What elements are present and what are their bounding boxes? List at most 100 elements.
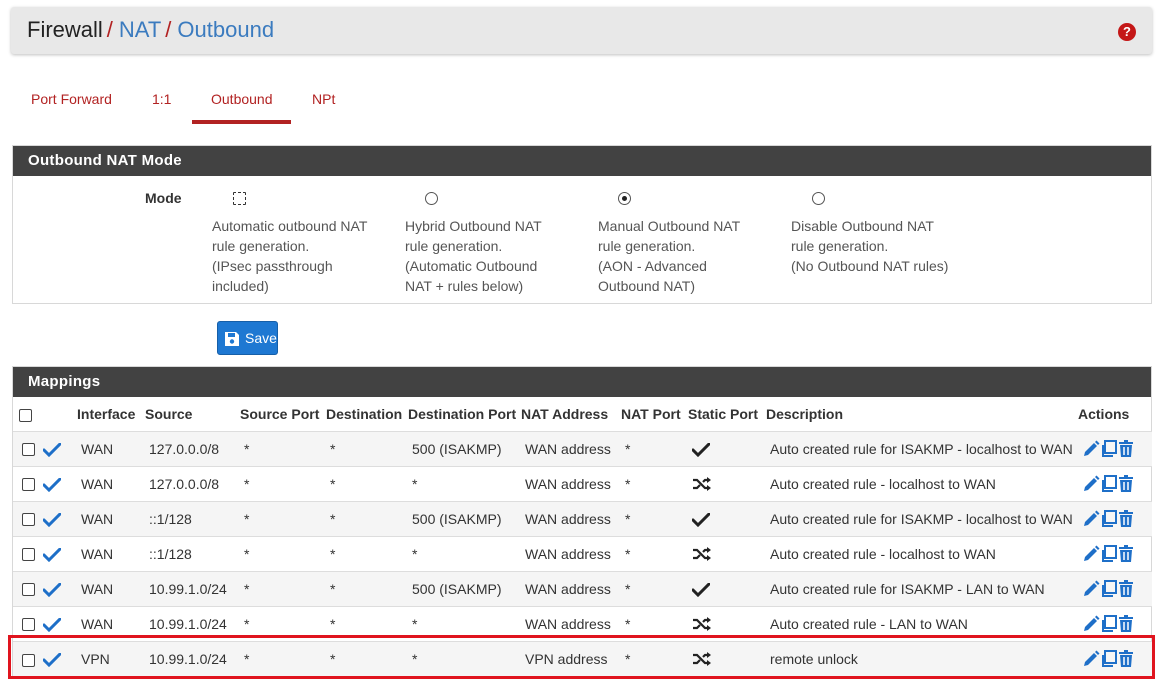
tab-outbound[interactable]: Outbound	[211, 91, 273, 107]
col-source-port[interactable]: Source Port	[240, 397, 326, 431]
row-interface: WAN	[77, 570, 145, 606]
delete-icon[interactable]	[1118, 439, 1134, 457]
row-description: Auto created rule for ISAKMP - localhost…	[766, 430, 1078, 466]
edit-icon[interactable]	[1082, 474, 1100, 491]
help-icon[interactable]: ?	[1118, 23, 1136, 41]
row-interface: WAN	[77, 465, 145, 501]
table-row[interactable]: WAN::1/128 * * 500 (ISAKMP) WAN address * Auto…	[13, 500, 1152, 536]
row-source: ::1/128	[145, 535, 240, 571]
row-source-port: *	[240, 535, 326, 571]
row-destination: *	[326, 500, 408, 536]
row-checkbox[interactable]	[22, 583, 35, 597]
row-source: ::1/128	[145, 500, 240, 536]
copy-icon[interactable]	[1100, 439, 1118, 457]
row-destination-port: 500 (ISAKMP)	[408, 570, 521, 606]
enabled-check-icon[interactable]	[43, 475, 61, 492]
col-interface[interactable]: Interface	[77, 397, 145, 431]
check-icon	[692, 440, 710, 457]
row-destination: *	[326, 570, 408, 606]
row-destination-port: *	[408, 535, 521, 571]
row-interface: WAN	[77, 535, 145, 571]
enabled-check-icon[interactable]	[43, 580, 61, 597]
active-tab-indicator	[192, 120, 291, 124]
table-row[interactable]: WAN 10.99.1.0/24 * * 500 (ISAKMP) WAN address…	[13, 570, 1152, 606]
row-checkbox[interactable]	[22, 618, 35, 632]
delete-icon[interactable]	[1118, 544, 1134, 562]
table-row[interactable]: WAN::1/128 * * * WAN address * Auto created ru…	[13, 535, 1152, 571]
enabled-check-icon[interactable]	[43, 545, 61, 562]
tab-npt[interactable]: NPt	[312, 91, 335, 107]
edit-icon[interactable]	[1082, 509, 1100, 526]
mappings-title: Mappings	[13, 367, 1151, 397]
row-nat-port: *	[621, 570, 688, 606]
mappings-panel: Mappings Interface Source Source Port De…	[12, 366, 1152, 678]
row-nat-address: WAN address	[521, 570, 621, 606]
enabled-check-icon[interactable]	[43, 510, 61, 527]
radio-manual[interactable]	[618, 192, 631, 205]
row-destination: *	[326, 430, 408, 466]
row-nat-port: *	[621, 465, 688, 501]
row-source-port: *	[240, 465, 326, 501]
row-checkbox[interactable]	[22, 513, 35, 527]
breadcrumb-firewall[interactable]: Firewall	[27, 17, 103, 42]
delete-icon[interactable]	[1118, 614, 1134, 632]
edit-icon[interactable]	[1082, 544, 1100, 561]
select-all-checkbox[interactable]	[19, 408, 32, 422]
delete-icon[interactable]	[1118, 579, 1134, 597]
panel-title: Outbound NAT Mode	[13, 146, 1151, 176]
check-icon	[692, 580, 710, 597]
radio-disable[interactable]	[812, 192, 825, 205]
row-destination: *	[326, 535, 408, 571]
col-nat-port[interactable]: NAT Port	[621, 397, 688, 431]
col-source[interactable]: Source	[145, 397, 240, 431]
copy-icon[interactable]	[1100, 614, 1118, 632]
edit-icon[interactable]	[1082, 614, 1100, 631]
col-static-port[interactable]: Static Port	[688, 397, 766, 431]
row-destination: *	[326, 465, 408, 501]
outbound-nat-mode-panel: Outbound NAT Mode Mode Automatic outboun…	[12, 145, 1152, 304]
delete-icon[interactable]	[1118, 474, 1134, 492]
col-destination[interactable]: Destination	[326, 397, 408, 431]
breadcrumb: Firewall / NAT / Outbound	[27, 17, 275, 42]
row-nat-port: *	[621, 500, 688, 536]
table-row[interactable]: WAN 127.0.0.0/8 * * * WAN address * Auto create…	[13, 465, 1152, 501]
breadcrumb-outbound[interactable]: Outbound	[177, 17, 274, 42]
row-nat-address: WAN address	[521, 500, 621, 536]
radio-hybrid[interactable]	[425, 192, 438, 205]
col-description[interactable]: Description	[766, 397, 1078, 431]
page-header: Firewall / NAT / Outbound ?	[11, 7, 1152, 54]
col-nat-address[interactable]: NAT Address	[521, 397, 621, 431]
delete-icon[interactable]	[1118, 509, 1134, 527]
row-description: Auto created rule - localhost to WAN	[766, 465, 1078, 501]
table-row[interactable]: WAN 127.0.0.0/8 * * 500 (ISAKMP) WAN address *…	[13, 430, 1152, 466]
row-nat-port: *	[621, 535, 688, 571]
shuffle-icon	[692, 615, 712, 632]
row-checkbox[interactable]	[22, 478, 35, 492]
save-button[interactable]: Save	[217, 321, 278, 355]
tab-port-forward[interactable]: Port Forward	[31, 91, 112, 107]
copy-icon[interactable]	[1100, 474, 1118, 492]
edit-icon[interactable]	[1082, 439, 1100, 456]
shuffle-icon	[692, 475, 712, 492]
enabled-check-icon[interactable]	[43, 440, 61, 457]
tab-one-to-one[interactable]: 1:1	[152, 91, 171, 107]
row-nat-port: *	[621, 430, 688, 466]
row-checkbox[interactable]	[22, 548, 35, 562]
copy-icon[interactable]	[1100, 509, 1118, 527]
row-source: 127.0.0.0/8	[145, 465, 240, 501]
mode-label: Mode	[145, 190, 182, 206]
col-destination-port[interactable]: Destination Port	[408, 397, 521, 431]
copy-icon[interactable]	[1100, 579, 1118, 597]
row-destination-port: 500 (ISAKMP)	[408, 500, 521, 536]
save-icon	[225, 332, 239, 346]
row-description: Auto created rule for ISAKMP - localhost…	[766, 500, 1078, 536]
enabled-check-icon[interactable]	[43, 615, 61, 632]
table-header-row: Interface Source Source Port Destination…	[13, 397, 1152, 431]
edit-icon[interactable]	[1082, 579, 1100, 596]
row-checkbox[interactable]	[22, 443, 35, 457]
row-nat-address: WAN address	[521, 465, 621, 501]
radio-automatic[interactable]	[233, 192, 246, 205]
breadcrumb-nat[interactable]: NAT	[119, 17, 161, 42]
copy-icon[interactable]	[1100, 544, 1118, 562]
row-source: 10.99.1.0/24	[145, 570, 240, 606]
